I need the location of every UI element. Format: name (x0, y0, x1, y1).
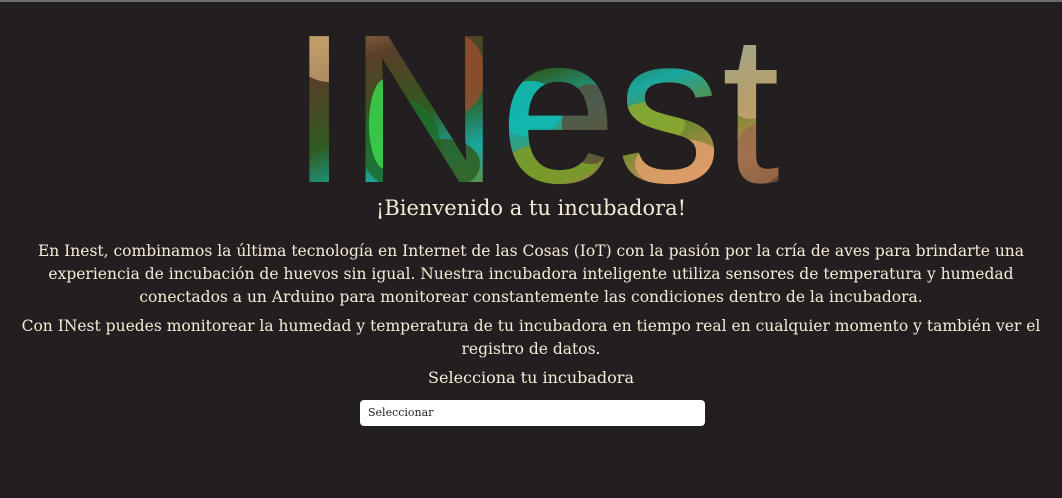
incubator-select-label: Selecciona tu incubadora (428, 368, 634, 387)
monitor-paragraph: Con INest puedes monitorear la humedad y… (21, 317, 1041, 358)
incubator-select-value: Seleccionar (368, 406, 434, 419)
intro-paragraph: En Inest, combinamos la última tecnologí… (37, 242, 1025, 306)
logo-text: INest (290, 14, 780, 194)
inest-logo: INest (290, 14, 790, 194)
incubator-select[interactable]: Seleccionar (360, 400, 705, 426)
window-top-border (0, 0, 1062, 2)
welcome-heading: ¡Bienvenido a tu incubadora! (375, 196, 687, 220)
